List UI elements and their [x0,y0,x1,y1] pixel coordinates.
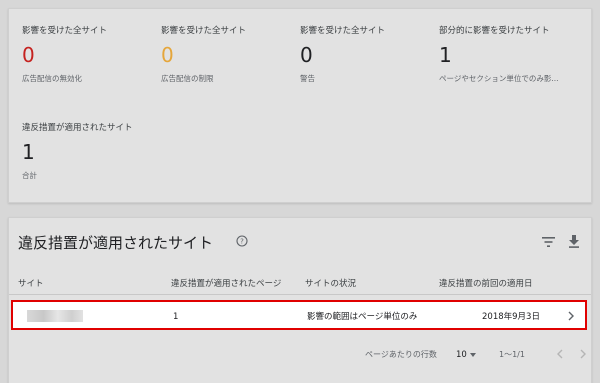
cell-date: 2018年9月3日 [482,312,540,322]
download-icon[interactable] [568,235,580,248]
cell-pages: 1 [173,312,179,322]
table-row[interactable]: 1 影響の範囲はページ単位のみ 2018年9月3日 [11,300,587,330]
column-header-pages[interactable]: 違反措置が適用されたページ [171,278,281,290]
metric-label: 違反措置が適用されたサイト [22,123,133,133]
caret-down-icon [470,353,476,357]
table-column-headers: サイト 違反措置が適用されたページ サイトの状況 違反措置の前回の適用日 [9,274,591,295]
metric-sub: 広告配信の制限 [161,74,214,83]
column-header-site[interactable]: サイト [18,278,44,290]
metric-warning: 影響を受けた全サイト 0 警告 [300,25,435,84]
metric-value: 1 [439,43,452,67]
sites-table-card: 違反措置が適用されたサイト ? サイト 違反措置が適用されたページ サイトの状況… [8,217,592,383]
rows-per-page-label: ページあたりの行数 [365,350,437,359]
cell-status: 影響の範囲はページ単位のみ [307,312,418,322]
chevron-right-icon[interactable] [566,310,576,322]
metric-total: 違反措置が適用されたサイト 1 合計 [22,122,157,181]
filter-icon[interactable] [542,236,555,248]
metric-sub: 合計 [22,171,37,180]
metric-label: 影響を受けた全サイト [300,26,386,36]
rows-per-page-select[interactable]: 10 [454,347,482,363]
page: 影響を受けた全サイト 0 広告配信の無効化 影響を受けた全サイト 0 広告配信の… [0,0,600,383]
table-title: 違反措置が適用されたサイト [18,234,214,252]
metric-value: 0 [22,43,35,67]
metric-value: 0 [300,43,313,67]
metric-label: 部分的に影響を受けたサイト [439,26,550,36]
metric-sub: 広告配信の無効化 [22,74,82,83]
metric-value: 0 [161,43,174,67]
column-header-status[interactable]: サイトの状況 [305,278,356,290]
metric-sub: 警告 [300,74,315,83]
rows-per-page-value: 10 [456,350,467,360]
summary-card: 影響を受けた全サイト 0 広告配信の無効化 影響を受けた全サイト 0 広告配信の… [8,8,592,203]
chevron-left-icon[interactable] [555,348,565,360]
metric-label: 影響を受けた全サイト [161,26,247,36]
chevron-right-icon[interactable] [578,348,588,360]
help-icon[interactable]: ? [236,235,248,247]
metric-value: 1 [22,140,35,164]
metric-sub: ページやセクション単位でのみ影... [439,74,559,83]
redacted-site-url [27,310,83,322]
metric-partial: 部分的に影響を受けたサイト 1 ページやセクション単位でのみ影... [439,25,579,84]
table-header-bar: 違反措置が適用されたサイト ? [9,218,591,265]
svg-text:?: ? [240,238,244,246]
metric-disabled: 影響を受けた全サイト 0 広告配信の無効化 [22,25,157,84]
column-header-last-applied[interactable]: 違反措置の前回の適用日 [439,278,533,290]
page-range: 1〜1/1 [499,350,525,359]
metric-limited: 影響を受けた全サイト 0 広告配信の制限 [161,25,296,84]
metric-label: 影響を受けた全サイト [22,26,108,36]
pagination: ページあたりの行数 10 1〜1/1 [9,345,591,365]
